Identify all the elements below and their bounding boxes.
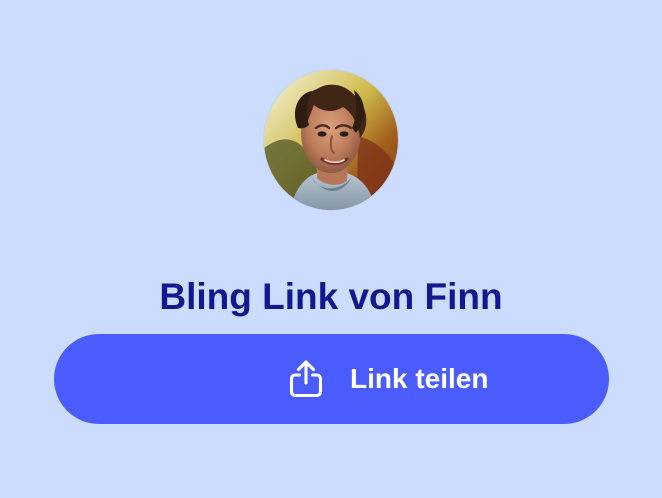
- share-icon: [287, 358, 325, 398]
- share-link-button[interactable]: Link teilen: [54, 334, 609, 424]
- avatar: [264, 70, 398, 210]
- bling-link-screen: Bling Link von Finn Link teilen: [0, 0, 662, 498]
- share-link-label: Link teilen: [350, 363, 489, 394]
- page-title: Bling Link von Finn: [159, 275, 503, 317]
